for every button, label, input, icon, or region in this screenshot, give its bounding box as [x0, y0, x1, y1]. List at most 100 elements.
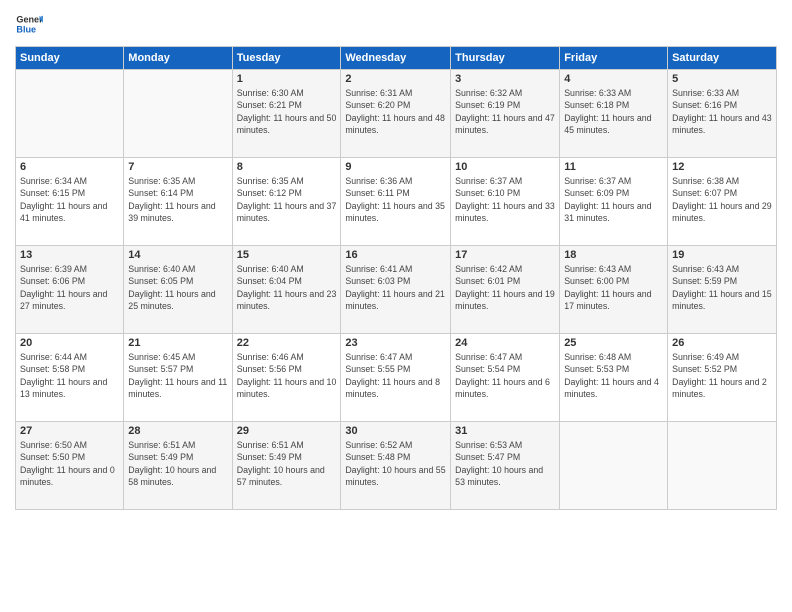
- day-number: 15: [237, 249, 337, 261]
- calendar-week-row: 13 Sunrise: 6:39 AMSunset: 6:06 PMDayligh…: [16, 246, 777, 334]
- logo: General Blue: [15, 10, 43, 38]
- calendar-day-cell: 2 Sunrise: 6:31 AMSunset: 6:20 PMDaylight…: [341, 70, 451, 158]
- day-number: 28: [128, 425, 227, 437]
- day-of-week-header: Friday: [560, 47, 668, 70]
- day-of-week-header: Saturday: [668, 47, 777, 70]
- day-number: 26: [672, 337, 772, 349]
- day-info: Sunrise: 6:37 AMSunset: 6:09 PMDaylight:…: [564, 175, 663, 224]
- calendar-week-row: 27 Sunrise: 6:50 AMSunset: 5:50 PMDayligh…: [16, 422, 777, 510]
- calendar-day-cell: 23 Sunrise: 6:47 AMSunset: 5:55 PMDayligh…: [341, 334, 451, 422]
- svg-text:Blue: Blue: [16, 24, 36, 34]
- day-number: 14: [128, 249, 227, 261]
- calendar-week-row: 6Sunrise: 6:34 AMSunset: 6:15 PMDaylight…: [16, 158, 777, 246]
- calendar-day-cell: 29 Sunrise: 6:51 AMSunset: 5:49 PMDayligh…: [232, 422, 341, 510]
- day-number: 23: [345, 337, 446, 349]
- calendar-day-cell: 5 Sunrise: 6:33 AMSunset: 6:16 PMDaylight…: [668, 70, 777, 158]
- day-of-week-header: Tuesday: [232, 47, 341, 70]
- day-info: Sunrise: 6:44 AMSunset: 5:58 PMDaylight:…: [20, 351, 119, 400]
- day-number: 1: [237, 73, 337, 85]
- day-info: Sunrise: 6:36 AMSunset: 6:11 PMDaylight:…: [345, 175, 446, 224]
- day-info: Sunrise: 6:51 AMSunset: 5:49 PMDaylight:…: [237, 439, 337, 488]
- day-of-week-header: Monday: [124, 47, 232, 70]
- day-number: 21: [128, 337, 227, 349]
- day-info: Sunrise: 6:40 AMSunset: 6:05 PMDaylight:…: [128, 263, 227, 312]
- day-number: 13: [20, 249, 119, 261]
- day-info: Sunrise: 6:39 AMSunset: 6:06 PMDaylight:…: [20, 263, 119, 312]
- day-number: 25: [564, 337, 663, 349]
- calendar-day-cell: 24 Sunrise: 6:47 AMSunset: 5:54 PMDayligh…: [451, 334, 560, 422]
- day-of-week-header: Wednesday: [341, 47, 451, 70]
- day-number: 20: [20, 337, 119, 349]
- day-info: Sunrise: 6:47 AMSunset: 5:55 PMDaylight:…: [345, 351, 446, 400]
- day-info: Sunrise: 6:31 AMSunset: 6:20 PMDaylight:…: [345, 87, 446, 136]
- day-number: 29: [237, 425, 337, 437]
- day-number: 5: [672, 73, 772, 85]
- calendar-day-cell: 22 Sunrise: 6:46 AMSunset: 5:56 PMDayligh…: [232, 334, 341, 422]
- calendar-day-cell: 25 Sunrise: 6:48 AMSunset: 5:53 PMDayligh…: [560, 334, 668, 422]
- day-info: Sunrise: 6:45 AMSunset: 5:57 PMDaylight:…: [128, 351, 227, 400]
- day-number: 10: [455, 161, 555, 173]
- calendar-day-cell: 13 Sunrise: 6:39 AMSunset: 6:06 PMDayligh…: [16, 246, 124, 334]
- day-number: 18: [564, 249, 663, 261]
- day-info: Sunrise: 6:46 AMSunset: 5:56 PMDaylight:…: [237, 351, 337, 400]
- day-number: 22: [237, 337, 337, 349]
- day-info: Sunrise: 6:30 AMSunset: 6:21 PMDaylight:…: [237, 87, 337, 136]
- day-info: Sunrise: 6:33 AMSunset: 6:18 PMDaylight:…: [564, 87, 663, 136]
- calendar-day-cell: 10 Sunrise: 6:37 AMSunset: 6:10 PMDayligh…: [451, 158, 560, 246]
- calendar-day-cell: 21 Sunrise: 6:45 AMSunset: 5:57 PMDayligh…: [124, 334, 232, 422]
- calendar-header-row: SundayMondayTuesdayWednesdayThursdayFrid…: [16, 47, 777, 70]
- day-number: 27: [20, 425, 119, 437]
- logo-icon: General Blue: [15, 10, 43, 38]
- day-info: Sunrise: 6:48 AMSunset: 5:53 PMDaylight:…: [564, 351, 663, 400]
- calendar-day-cell: 27 Sunrise: 6:50 AMSunset: 5:50 PMDayligh…: [16, 422, 124, 510]
- day-number: 2: [345, 73, 446, 85]
- day-info: Sunrise: 6:43 AMSunset: 5:59 PMDaylight:…: [672, 263, 772, 312]
- day-info: Sunrise: 6:37 AMSunset: 6:10 PMDaylight:…: [455, 175, 555, 224]
- day-info: Sunrise: 6:49 AMSunset: 5:52 PMDaylight:…: [672, 351, 772, 400]
- day-of-week-header: Thursday: [451, 47, 560, 70]
- day-number: 8: [237, 161, 337, 173]
- day-number: 9: [345, 161, 446, 173]
- day-number: 12: [672, 161, 772, 173]
- day-number: 11: [564, 161, 663, 173]
- day-info: Sunrise: 6:53 AMSunset: 5:47 PMDaylight:…: [455, 439, 555, 488]
- page-header: General Blue: [15, 10, 777, 38]
- calendar-day-cell: [124, 70, 232, 158]
- calendar-day-cell: 31 Sunrise: 6:53 AMSunset: 5:47 PMDayligh…: [451, 422, 560, 510]
- calendar-day-cell: 11 Sunrise: 6:37 AMSunset: 6:09 PMDayligh…: [560, 158, 668, 246]
- calendar-day-cell: 4Sunrise: 6:33 AMSunset: 6:18 PMDaylight…: [560, 70, 668, 158]
- day-of-week-header: Sunday: [16, 47, 124, 70]
- day-info: Sunrise: 6:38 AMSunset: 6:07 PMDaylight:…: [672, 175, 772, 224]
- day-number: 3: [455, 73, 555, 85]
- calendar-day-cell: 15 Sunrise: 6:40 AMSunset: 6:04 PMDayligh…: [232, 246, 341, 334]
- day-info: Sunrise: 6:40 AMSunset: 6:04 PMDaylight:…: [237, 263, 337, 312]
- day-info: Sunrise: 6:43 AMSunset: 6:00 PMDaylight:…: [564, 263, 663, 312]
- calendar-day-cell: 6Sunrise: 6:34 AMSunset: 6:15 PMDaylight…: [16, 158, 124, 246]
- calendar-day-cell: 12 Sunrise: 6:38 AMSunset: 6:07 PMDayligh…: [668, 158, 777, 246]
- day-info: Sunrise: 6:52 AMSunset: 5:48 PMDaylight:…: [345, 439, 446, 488]
- calendar-day-cell: 3Sunrise: 6:32 AMSunset: 6:19 PMDaylight…: [451, 70, 560, 158]
- day-info: Sunrise: 6:34 AMSunset: 6:15 PMDaylight:…: [20, 175, 119, 224]
- day-info: Sunrise: 6:33 AMSunset: 6:16 PMDaylight:…: [672, 87, 772, 136]
- svg-text:General: General: [16, 15, 43, 25]
- calendar-day-cell: 8Sunrise: 6:35 AMSunset: 6:12 PMDaylight…: [232, 158, 341, 246]
- day-info: Sunrise: 6:51 AMSunset: 5:49 PMDaylight:…: [128, 439, 227, 488]
- calendar-day-cell: 19Sunrise: 6:43 AMSunset: 5:59 PMDayligh…: [668, 246, 777, 334]
- day-number: 24: [455, 337, 555, 349]
- day-info: Sunrise: 6:41 AMSunset: 6:03 PMDaylight:…: [345, 263, 446, 312]
- day-number: 31: [455, 425, 555, 437]
- calendar-day-cell: 7Sunrise: 6:35 AMSunset: 6:14 PMDaylight…: [124, 158, 232, 246]
- day-number: 30: [345, 425, 446, 437]
- calendar-day-cell: 17Sunrise: 6:42 AMSunset: 6:01 PMDayligh…: [451, 246, 560, 334]
- day-number: 16: [345, 249, 446, 261]
- calendar-day-cell: 20 Sunrise: 6:44 AMSunset: 5:58 PMDayligh…: [16, 334, 124, 422]
- calendar-day-cell: [16, 70, 124, 158]
- day-info: Sunrise: 6:50 AMSunset: 5:50 PMDaylight:…: [20, 439, 119, 488]
- calendar-table: SundayMondayTuesdayWednesdayThursdayFrid…: [15, 46, 777, 510]
- day-number: 17: [455, 249, 555, 261]
- day-info: Sunrise: 6:35 AMSunset: 6:14 PMDaylight:…: [128, 175, 227, 224]
- calendar-day-cell: 28 Sunrise: 6:51 AMSunset: 5:49 PMDayligh…: [124, 422, 232, 510]
- calendar-day-cell: [560, 422, 668, 510]
- day-info: Sunrise: 6:47 AMSunset: 5:54 PMDaylight:…: [455, 351, 555, 400]
- calendar-day-cell: 14 Sunrise: 6:40 AMSunset: 6:05 PMDayligh…: [124, 246, 232, 334]
